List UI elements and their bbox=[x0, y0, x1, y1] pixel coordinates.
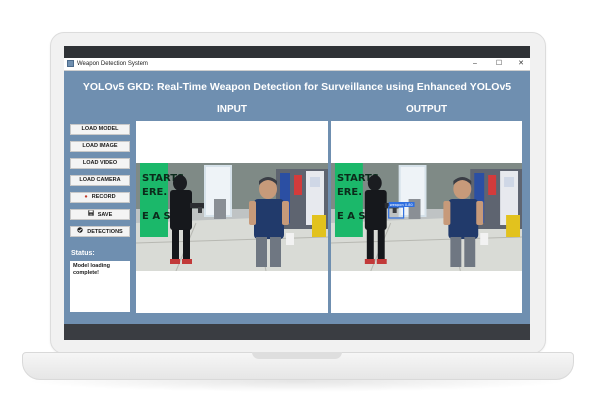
save-icon bbox=[88, 210, 94, 220]
detections-icon bbox=[77, 227, 83, 237]
maximize-button[interactable]: ☐ bbox=[488, 58, 510, 70]
screen-bottom-bar bbox=[64, 324, 530, 340]
minimize-button[interactable]: – bbox=[464, 58, 486, 70]
load-video-label: LOAD VIDEO bbox=[82, 160, 118, 166]
input-label: INPUT bbox=[217, 104, 247, 115]
load-camera-label: LOAD CAMERA bbox=[79, 177, 121, 183]
load-camera-button[interactable]: LOAD CAMERA bbox=[70, 175, 130, 186]
window-titlebar: Weapon Detection System – ☐ ✕ bbox=[64, 58, 530, 71]
svg-text:ERE.: ERE. bbox=[337, 187, 362, 198]
record-button[interactable]: ● RECORD bbox=[70, 192, 130, 203]
record-label: RECORD bbox=[91, 194, 116, 200]
close-button[interactable]: ✕ bbox=[510, 58, 530, 70]
output-label: OUTPUT bbox=[405, 104, 448, 115]
input-frame-image: STARTS ERE. E A S E bbox=[136, 163, 328, 271]
detections-label: DETECTIONS bbox=[87, 229, 123, 235]
svg-text:ERE.: ERE. bbox=[142, 187, 167, 198]
save-label: SAVE bbox=[97, 212, 113, 218]
detections-button[interactable]: DETECTIONS bbox=[70, 226, 130, 237]
record-icon: ● bbox=[84, 194, 88, 200]
app-icon bbox=[67, 60, 74, 67]
save-button[interactable]: SAVE bbox=[70, 209, 130, 220]
window-title: Weapon Detection System bbox=[77, 61, 148, 67]
load-image-button[interactable]: LOAD IMAGE bbox=[70, 141, 130, 152]
output-frame-image: STARTS ERE. E A S E weapon 0.80 bbox=[331, 163, 522, 271]
load-model-button[interactable]: LOAD MODEL bbox=[70, 124, 130, 135]
load-video-button[interactable]: LOAD VIDEO bbox=[70, 158, 130, 169]
output-panel: STARTS ERE. E A S E weapon 0.80 bbox=[331, 121, 522, 313]
app-heading: YOLOv5 GKD: Real-Time Weapon Detection f… bbox=[82, 81, 512, 93]
laptop-base-notch bbox=[252, 352, 342, 359]
input-panel: STARTS ERE. E A S E bbox=[136, 121, 328, 313]
load-image-label: LOAD IMAGE bbox=[82, 143, 118, 149]
load-model-label: LOAD MODEL bbox=[81, 126, 119, 132]
app-window: Weapon Detection System – ☐ ✕ YOLOv5 GKD… bbox=[64, 58, 530, 324]
status-label: Status: bbox=[71, 250, 95, 257]
status-box: Model loading complete! bbox=[70, 261, 130, 312]
detection-label: weapon 0.80 bbox=[390, 203, 414, 207]
